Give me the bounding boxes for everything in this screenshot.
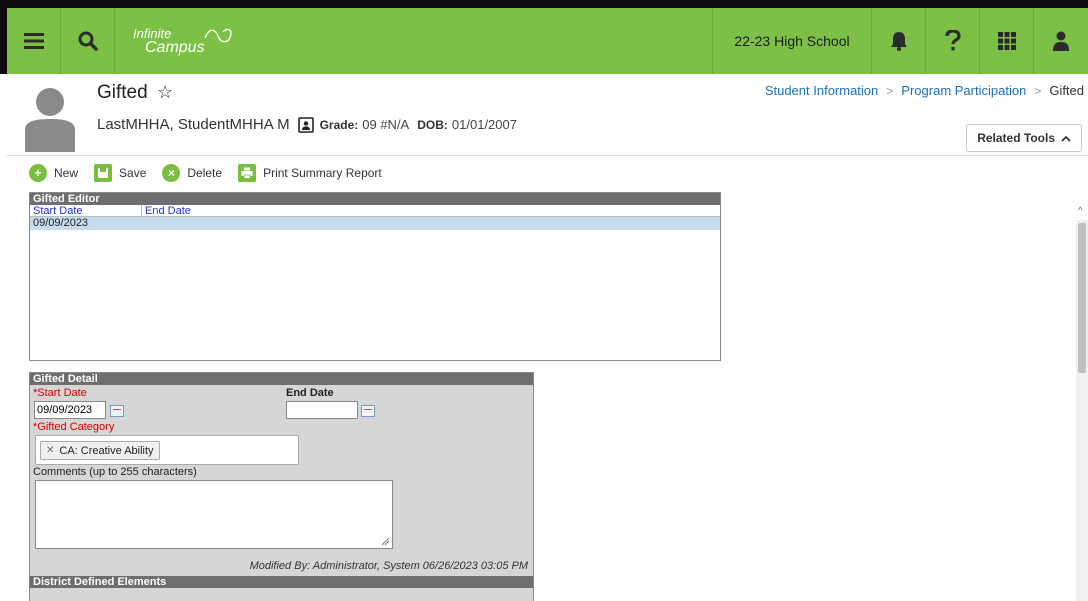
comments-label: Comments (up to 255 characters): [33, 466, 197, 478]
scrollbar-thumb[interactable]: [1078, 223, 1086, 373]
gifted-category-multiselect[interactable]: ✕ CA: Creative Ability: [35, 435, 299, 465]
column-header-start-date[interactable]: Start Date: [30, 205, 142, 217]
student-info-line: LastMHHA, StudentMHHA M Grade: 09 #N/A D…: [97, 116, 525, 133]
infinite-campus-logo[interactable]: Infinite Campus: [115, 8, 295, 74]
top-bar-frame: Infinite Campus 22-23 High School: [0, 0, 1088, 74]
category-tag-label: CA: Creative Ability: [59, 444, 154, 457]
search-icon: [78, 31, 98, 51]
related-tools-label: Related Tools: [977, 131, 1055, 145]
table-row[interactable]: 09/09/2023: [30, 217, 720, 230]
gifted-detail-panel: Gifted Detail *Start Date End Date *Gift…: [29, 372, 534, 601]
print-summary-report-button[interactable]: Print Summary Report: [238, 164, 382, 182]
start-date-label: *Start Date: [33, 387, 87, 399]
breadcrumb-gifted: Gifted: [1049, 83, 1084, 98]
delete-button-label: Delete: [187, 166, 223, 180]
search-button[interactable]: [61, 8, 115, 74]
app-switcher-button[interactable]: [980, 8, 1034, 74]
breadcrumb: Student Information > Program Participat…: [765, 83, 1084, 98]
new-button-label: New: [54, 166, 79, 180]
grade-label: Grade:: [319, 117, 359, 132]
column-header-end-date[interactable]: End Date: [142, 205, 191, 217]
chevron-up-icon: [1061, 135, 1071, 142]
school-selector[interactable]: 22-23 High School: [712, 8, 872, 74]
breadcrumb-separator-icon: >: [886, 83, 894, 98]
breadcrumb-program-participation[interactable]: Program Participation: [901, 83, 1026, 98]
student-contact-card-icon[interactable]: [297, 116, 314, 133]
start-date-input[interactable]: [34, 401, 106, 419]
vertical-scrollbar[interactable]: ^: [1076, 206, 1088, 601]
menu-button[interactable]: [7, 8, 61, 74]
page-title-wrap: Gifted ☆: [97, 82, 173, 104]
scroll-up-icon[interactable]: ^: [1078, 206, 1083, 217]
breadcrumb-student-information[interactable]: Student Information: [765, 83, 878, 98]
gifted-category-label: *Gifted Category: [33, 421, 115, 433]
end-date-input[interactable]: [286, 401, 358, 419]
save-button[interactable]: Save: [94, 164, 146, 182]
notifications-button[interactable]: [872, 8, 926, 74]
student-name: LastMHHA, StudentMHHA M: [97, 116, 290, 133]
action-toolbar: + New Save × Delete Print Summary Report: [29, 161, 398, 185]
help-button[interactable]: [926, 8, 980, 74]
grid-apps-icon: [997, 32, 1016, 50]
modified-by-text: Modified By: Administrator, System 06/26…: [249, 560, 528, 572]
favorite-star-icon[interactable]: ☆: [157, 82, 173, 102]
delete-button[interactable]: × Delete: [162, 164, 222, 182]
grade-value: 09 #N/A: [362, 117, 410, 132]
resize-handle-icon[interactable]: [381, 537, 390, 546]
category-tag: ✕ CA: Creative Ability: [40, 441, 160, 460]
page-header: Gifted ☆ LastMHHA, StudentMHHA M Grade: …: [7, 74, 1088, 156]
print-summary-report-label: Print Summary Report: [263, 166, 382, 180]
dob-label: DOB:: [417, 117, 448, 132]
page-title: Gifted: [97, 82, 148, 103]
comments-textarea[interactable]: [35, 480, 393, 549]
top-bar-spacer: [295, 8, 712, 74]
student-avatar-icon: [25, 88, 75, 152]
editor-grid-header: Start Date End Date: [30, 205, 720, 217]
printer-icon: [238, 164, 257, 182]
gifted-editor-title: Gifted Editor: [30, 193, 720, 205]
save-button-label: Save: [119, 166, 147, 180]
logo-line-2: Campus: [145, 39, 205, 56]
hamburger-icon: [23, 33, 44, 49]
start-date-calendar-icon[interactable]: [110, 405, 124, 417]
district-defined-elements-title: District Defined Elements: [30, 576, 533, 588]
bell-icon: [890, 32, 907, 51]
top-navigation-bar: Infinite Campus 22-23 High School: [7, 8, 1088, 74]
gifted-editor-panel: Gifted Editor Start Date End Date 09/09/…: [29, 192, 721, 361]
delete-x-icon: ×: [162, 164, 181, 182]
gifted-detail-title: Gifted Detail: [30, 373, 533, 385]
infinity-logo-icon: [203, 28, 232, 43]
breadcrumb-separator-icon: >: [1034, 83, 1042, 98]
question-mark-icon: [944, 30, 961, 51]
new-button[interactable]: + New: [29, 164, 78, 182]
end-date-label: End Date: [286, 387, 334, 399]
row-start-date: 09/09/2023: [33, 217, 89, 229]
floppy-disk-icon: [94, 164, 113, 182]
end-date-calendar-icon[interactable]: [361, 405, 375, 417]
user-account-button[interactable]: [1034, 8, 1088, 74]
remove-tag-icon[interactable]: ✕: [46, 445, 54, 456]
related-tools-button[interactable]: Related Tools: [966, 124, 1082, 152]
dob-value: 01/01/2007: [451, 117, 517, 132]
user-icon: [1053, 31, 1069, 51]
plus-icon: +: [29, 164, 47, 182]
